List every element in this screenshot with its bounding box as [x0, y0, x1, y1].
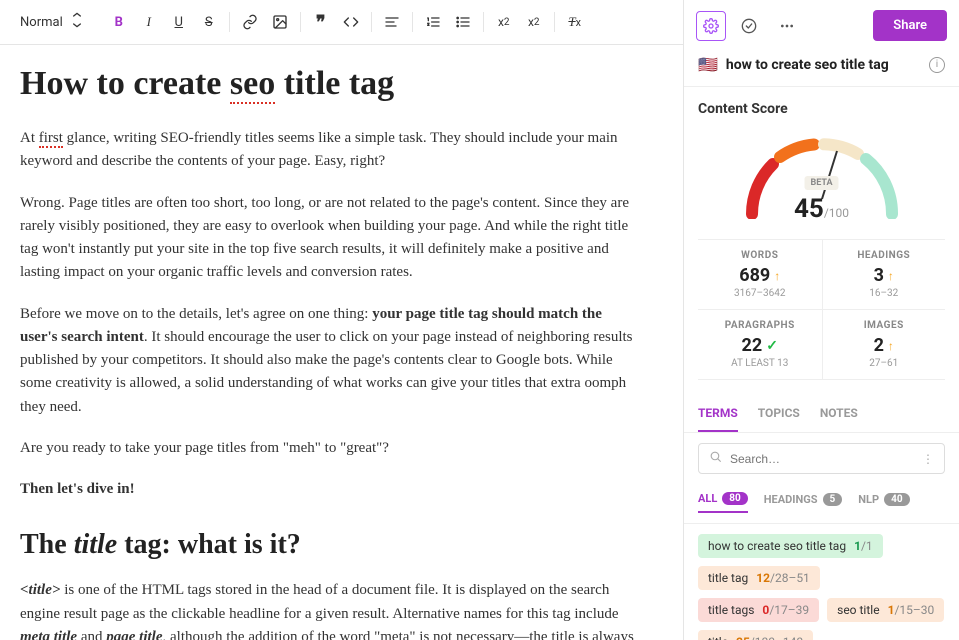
share-button[interactable]: Share — [873, 10, 947, 41]
link-icon — [242, 14, 258, 30]
check-icon: ✓ — [766, 338, 778, 354]
editor-toolbar: Normal B I U S ❞ x2 — [0, 0, 683, 45]
term-stat: 1/15–30 — [888, 603, 935, 617]
arrow-up-icon: ↑ — [888, 269, 894, 283]
check-circle-icon — [741, 18, 757, 34]
term-name: title — [708, 635, 728, 640]
clear-format-button[interactable]: Tx — [561, 8, 589, 36]
keyword-row: 🇺🇸 how to create seo title tag i — [684, 51, 959, 87]
side-panel: Share 🇺🇸 how to create seo title tag i C… — [684, 0, 959, 640]
quote-button[interactable]: ❞ — [307, 8, 335, 36]
score-denom: /100 — [824, 206, 849, 220]
term-stat: 0/17–39 — [762, 603, 809, 617]
target-keyword: how to create seo title tag — [726, 57, 889, 73]
underline-button[interactable]: U — [165, 8, 193, 36]
info-icon[interactable]: i — [929, 57, 945, 73]
editor-pane: Normal B I U S ❞ x2 — [0, 0, 684, 640]
term-name: title tag — [708, 571, 748, 585]
caret-icon — [69, 12, 85, 32]
filter-nlp[interactable]: NLP 40 — [858, 493, 909, 512]
ordered-list-icon — [425, 14, 441, 30]
sort-icon[interactable]: ⋮ — [922, 452, 934, 466]
tab-terms[interactable]: TERMS — [698, 406, 738, 432]
term-chip[interactable]: title tags 0/17–39 — [698, 598, 819, 622]
separator — [412, 12, 413, 32]
tab-notes[interactable]: NOTES — [820, 406, 858, 432]
score-value: 45 — [794, 194, 824, 224]
term-stat: 1/1 — [854, 539, 873, 553]
paragraph: At first glance, writing SEO-friendly ti… — [20, 127, 635, 174]
image-icon — [272, 14, 288, 30]
unordered-list-button[interactable] — [449, 8, 477, 36]
paragraph: <title> is one of the HTML tags stored i… — [20, 579, 635, 640]
tabs-row: TERMS TOPICS NOTES — [684, 394, 959, 433]
settings-button[interactable] — [696, 11, 726, 41]
align-left-icon — [384, 14, 400, 30]
heading-1: How to create seo title tag — [20, 65, 635, 103]
metric-images: IMAGES 2↑ 27–61 — [822, 309, 946, 379]
paragraph: Then let's dive in! — [20, 478, 635, 501]
editor-content[interactable]: How to create seo title tag At first gla… — [0, 45, 683, 640]
search-input-wrap[interactable]: ⋮ — [698, 443, 945, 474]
separator — [300, 12, 301, 32]
more-button[interactable] — [772, 11, 802, 41]
terms-list: how to create seo title tag 1/1 title tag 1… — [684, 524, 959, 640]
term-chip[interactable]: title tag 12/28–51 — [698, 566, 820, 590]
side-header: Share — [684, 0, 959, 51]
score-title: Content Score — [698, 101, 945, 117]
separator — [371, 12, 372, 32]
beta-badge: BETA — [804, 176, 838, 190]
separator — [483, 12, 484, 32]
strikethrough-button[interactable]: S — [195, 8, 223, 36]
check-button[interactable] — [734, 11, 764, 41]
filter-all[interactable]: ALL 80 — [698, 492, 748, 513]
term-chip[interactable]: how to create seo title tag 1/1 — [698, 534, 883, 558]
superscript-button[interactable]: x2 — [520, 8, 548, 36]
italic-button[interactable]: I — [135, 8, 163, 36]
ordered-list-button[interactable] — [419, 8, 447, 36]
more-horizontal-icon — [779, 18, 795, 34]
content-score-section: Content Score BETA 45/100 WORDS 689↑ 316… — [684, 87, 959, 394]
search-input[interactable] — [730, 452, 914, 466]
metric-words: WORDS 689↑ 3167–3642 — [698, 240, 822, 309]
align-button[interactable] — [378, 8, 406, 36]
paragraph: Wrong. Page titles are often too short, … — [20, 192, 635, 285]
search-icon — [709, 450, 722, 467]
score-gauge: BETA 45/100 — [732, 129, 912, 229]
term-chip[interactable]: seo title 1/15–30 — [827, 598, 944, 622]
term-chip[interactable]: title 25/100–140 — [698, 630, 813, 640]
term-name: seo title — [837, 603, 879, 617]
format-label: Normal — [20, 15, 63, 30]
flag-us-icon: 🇺🇸 — [698, 55, 718, 74]
code-button[interactable] — [337, 8, 365, 36]
metric-paragraphs: PARAGRAPHS 22✓ AT LEAST 13 — [698, 309, 822, 379]
search-row: ⋮ — [684, 433, 959, 484]
metric-headings: HEADINGS 3↑ 16–32 — [822, 240, 946, 309]
bold-button[interactable]: B — [105, 8, 133, 36]
subscript-button[interactable]: x2 — [490, 8, 518, 36]
arrow-up-icon: ↑ — [774, 269, 780, 283]
filter-tabs: ALL 80 HEADINGS 5 NLP 40 — [684, 484, 959, 524]
term-name: title tags — [708, 603, 754, 617]
code-icon — [343, 14, 359, 30]
tab-topics[interactable]: TOPICS — [758, 406, 800, 432]
term-name: how to create seo title tag — [708, 539, 846, 553]
arrow-up-icon: ↑ — [888, 339, 894, 353]
paragraph: Are you ready to take your page titles f… — [20, 437, 635, 460]
format-select[interactable]: Normal — [12, 8, 93, 36]
heading-2: The title tag: what is it? — [20, 529, 635, 561]
separator — [229, 12, 230, 32]
paragraph: Before we move on to the details, let's … — [20, 303, 635, 419]
image-button[interactable] — [266, 8, 294, 36]
gear-icon — [703, 18, 719, 34]
filter-headings[interactable]: HEADINGS 5 — [764, 493, 843, 512]
term-stat: 12/28–51 — [756, 571, 810, 585]
separator — [554, 12, 555, 32]
link-button[interactable] — [236, 8, 264, 36]
bullet-list-icon — [455, 14, 471, 30]
term-stat: 25/100–140 — [736, 635, 803, 640]
metrics-grid: WORDS 689↑ 3167–3642 HEADINGS 3↑ 16–32 P… — [698, 239, 945, 380]
